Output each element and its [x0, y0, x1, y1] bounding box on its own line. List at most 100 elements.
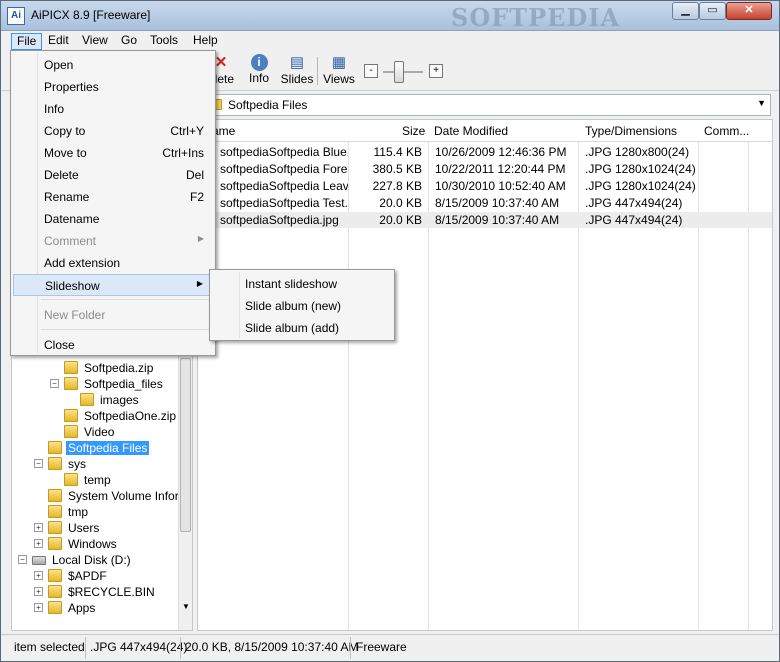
menu-item-datename[interactable]: Datename	[13, 208, 213, 230]
address-text: Softpedia Files	[228, 98, 308, 112]
collapse-icon[interactable]: −	[18, 555, 27, 564]
status-divider	[350, 637, 351, 659]
collapse-icon[interactable]: −	[50, 379, 59, 388]
menu-item-info[interactable]: Info	[13, 98, 213, 120]
menu-item-add-extension[interactable]: Add extension	[13, 252, 213, 274]
menu-go[interactable]: Go	[116, 33, 142, 50]
menu-separator	[41, 299, 211, 300]
menu-item-rename[interactable]: Rename F2	[13, 186, 213, 208]
maximize-button[interactable]: ▭	[699, 2, 726, 20]
tree-node-label: Apps	[68, 601, 96, 615]
file-row[interactable]: softpediaSoftpedia Leav... 227.8 KB 10/3…	[198, 178, 772, 194]
file-row-selected[interactable]: softpediaSoftpedia.jpg 20.0 KB 8/15/2009…	[198, 212, 772, 228]
menu-item-comment[interactable]: Comment ▶	[13, 230, 213, 252]
submenu-arrow-icon: ▶	[196, 279, 203, 288]
collapse-icon[interactable]: −	[34, 459, 43, 468]
file-date: 10/30/2010 10:52:40 AM	[435, 179, 566, 193]
file-row[interactable]: softpediaSoftpedia Blue.j... 115.4 KB 10…	[198, 144, 772, 160]
expand-icon[interactable]: +	[34, 523, 43, 532]
file-name: softpediaSoftpedia.jpg	[220, 213, 339, 227]
column-header-comment[interactable]: Comm...	[704, 124, 749, 138]
menu-item-properties[interactable]: Properties	[13, 76, 213, 98]
menu-tools[interactable]: Tools	[145, 33, 183, 50]
info-button[interactable]: i Info	[245, 53, 273, 89]
menu-item-label: Datename	[44, 212, 100, 226]
menu-item-label: Close	[44, 338, 75, 352]
menu-item-label: Move to	[44, 146, 87, 160]
menu-item-slideshow[interactable]: Slideshow ▶	[13, 274, 213, 296]
menu-view[interactable]: View	[77, 33, 113, 50]
menu-item-new-folder[interactable]: New Folder	[13, 304, 213, 326]
file-date: 8/15/2009 10:37:40 AM	[435, 213, 560, 227]
column-header-date[interactable]: Date Modified	[434, 124, 508, 138]
folder-icon	[64, 425, 78, 438]
menu-item-label: Copy to	[44, 124, 86, 138]
file-name: softpediaSoftpedia Leav...	[220, 179, 348, 193]
tree-node-label: $RECYCLE.BIN	[68, 585, 155, 599]
tree-node-label: SoftpediaOne.zip	[84, 409, 177, 423]
status-license: Freeware	[356, 640, 407, 654]
file-type: .JPG 1280x1024(24)	[585, 162, 695, 176]
status-info: 20.0 KB, 8/15/2009 10:37:40 AM	[185, 640, 359, 654]
app-icon: Ai	[7, 7, 25, 25]
scrollbar-thumb[interactable]	[180, 358, 191, 532]
zoom-slider-thumb[interactable]	[394, 61, 404, 83]
file-type: .JPG 447x494(24)	[585, 196, 683, 210]
tree-node-label: temp	[84, 473, 111, 487]
menu-item-move-to[interactable]: Move to Ctrl+Ins	[13, 142, 213, 164]
file-size: 227.8 KB	[372, 179, 422, 193]
folder-icon	[64, 377, 78, 390]
slides-button[interactable]: ▤ Slides	[280, 53, 314, 89]
window-title: AiPICX 8.9 [Freeware]	[31, 8, 151, 22]
menu-item-label: Properties	[44, 80, 99, 94]
menu-file[interactable]: File	[11, 33, 43, 50]
menu-item-open[interactable]: Open	[13, 54, 213, 76]
menu-item-close[interactable]: Close	[13, 334, 213, 356]
menu-item-slide-album-new[interactable]: Slide album (new)	[245, 299, 341, 313]
folder-icon	[80, 393, 94, 406]
column-header-size[interactable]: Size	[402, 124, 425, 138]
column-header-type[interactable]: Type/Dimensions	[585, 124, 677, 138]
file-row[interactable]: softpediaSoftpedia Fores... 380.5 KB 10/…	[198, 161, 772, 177]
submenu-arrow-icon: ▶	[197, 234, 204, 243]
menu-item-label: Delete	[44, 168, 79, 182]
menu-item-instant-slideshow[interactable]: Instant slideshow	[245, 277, 337, 291]
menu-separator	[41, 329, 211, 330]
menu-edit[interactable]: Edit	[43, 33, 74, 50]
folder-icon	[48, 585, 62, 598]
status-divider	[85, 637, 86, 659]
info-label: Info	[248, 71, 269, 85]
menu-item-delete[interactable]: Delete Del	[13, 164, 213, 186]
drive-icon	[32, 556, 46, 565]
menu-item-slide-album-add[interactable]: Slide album (add)	[245, 321, 339, 335]
app-window: Ai AiPICX 8.9 [Freeware] SOFTPEDIA ▁ ▭ ✕…	[0, 0, 780, 662]
views-button[interactable]: ▦ Views	[322, 53, 356, 89]
address-bar[interactable]: Softpedia Files ▼	[197, 94, 771, 116]
scroll-down-icon[interactable]: ▼	[180, 602, 192, 611]
menu-shortcut: Del	[185, 168, 204, 182]
close-button[interactable]: ✕	[726, 2, 772, 20]
expand-icon[interactable]: +	[34, 539, 43, 548]
status-bar: item selected .JPG 447x494(24) 20.0 KB, …	[1, 634, 779, 661]
menu-item-label: Open	[44, 58, 74, 72]
file-type: .JPG 1280x800(24)	[585, 145, 690, 159]
tree-node-label: images	[100, 393, 139, 407]
folder-icon	[48, 505, 62, 518]
expand-icon[interactable]: +	[34, 587, 43, 596]
zoom-in-button[interactable]: +	[429, 64, 443, 78]
menu-shortcut: Ctrl+Y	[170, 124, 204, 138]
chevron-down-icon[interactable]: ▼	[757, 98, 766, 108]
file-row[interactable]: softpediaSoftpedia Test... 20.0 KB 8/15/…	[198, 195, 772, 211]
menu-item-copy-to[interactable]: Copy to Ctrl+Y	[13, 120, 213, 142]
minimize-button[interactable]: ▁	[672, 2, 699, 20]
watermark: SOFTPEDIA	[451, 3, 621, 32]
tree-node-label: Softpedia.zip	[84, 361, 154, 375]
menu-item-label: Slideshow	[45, 279, 100, 293]
tree-node-label: Softpedia_files	[84, 377, 163, 391]
expand-icon[interactable]: +	[34, 571, 43, 580]
menu-help[interactable]: Help	[188, 33, 223, 50]
expand-icon[interactable]: +	[34, 603, 43, 612]
zoom-out-button[interactable]: -	[364, 64, 378, 78]
tree-node-label: $APDF	[68, 569, 107, 583]
folder-icon	[64, 473, 78, 486]
